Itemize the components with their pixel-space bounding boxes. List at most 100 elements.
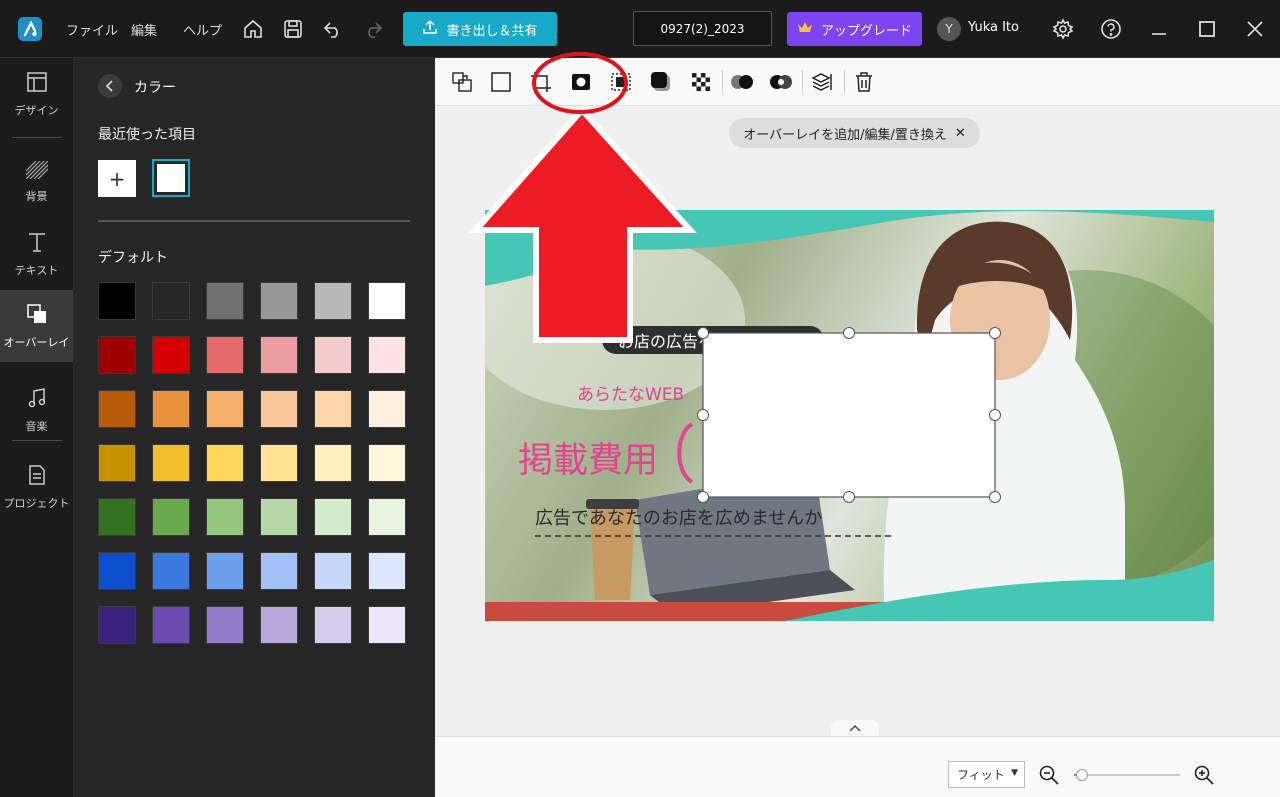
back-button[interactable] xyxy=(98,74,122,98)
color-swatch[interactable] xyxy=(98,552,136,590)
design-canvas[interactable]: お店の広告を募集 あらたなWEB 掲載費用 広告であなたのお店を広めませんか xyxy=(485,210,1214,621)
trash-icon[interactable] xyxy=(852,70,876,94)
crop-icon[interactable] xyxy=(529,70,553,94)
maximize-icon[interactable] xyxy=(1195,0,1219,58)
color-swatch[interactable] xyxy=(152,336,190,374)
color-swatch[interactable] xyxy=(368,498,406,536)
color-swatch[interactable] xyxy=(260,552,298,590)
zoom-fit-select[interactable]: フィット ▼ xyxy=(948,761,1025,788)
menu-file[interactable]: ファイル xyxy=(66,0,118,58)
color-swatch[interactable] xyxy=(314,606,352,644)
close-icon[interactable] xyxy=(1243,0,1267,58)
color-swatch[interactable] xyxy=(98,336,136,374)
user-name[interactable]: Yuka Ito xyxy=(968,20,1019,35)
color-swatch[interactable] xyxy=(368,336,406,374)
color-swatch[interactable] xyxy=(206,282,244,320)
nav-overlay[interactable]: オーバーレイ xyxy=(0,290,73,362)
color-swatch[interactable] xyxy=(98,606,136,644)
color-swatch[interactable] xyxy=(314,390,352,428)
color-swatch[interactable] xyxy=(368,552,406,590)
color-swatch[interactable] xyxy=(206,336,244,374)
nav-background[interactable]: 背景 xyxy=(0,146,73,218)
color-swatch[interactable] xyxy=(98,444,136,482)
resize-handle[interactable] xyxy=(989,409,1001,421)
color-swatch[interactable] xyxy=(206,444,244,482)
resize-handle[interactable] xyxy=(697,409,709,421)
resize-handle[interactable] xyxy=(697,491,709,503)
shadow-icon[interactable] xyxy=(649,70,673,94)
selected-overlay[interactable] xyxy=(702,332,996,498)
help-icon[interactable] xyxy=(1099,0,1123,58)
nav-music[interactable]: 音楽 xyxy=(0,374,73,446)
color-swatch[interactable] xyxy=(152,444,190,482)
color-swatch[interactable] xyxy=(98,390,136,428)
zoom-out-icon[interactable] xyxy=(1038,764,1060,786)
color-swatch[interactable] xyxy=(314,498,352,536)
resize-handle[interactable] xyxy=(989,327,1001,339)
transparency-icon[interactable] xyxy=(689,70,713,94)
color-swatch[interactable] xyxy=(260,282,298,320)
nav-text[interactable]: テキスト xyxy=(0,218,73,290)
color-swatch[interactable] xyxy=(368,444,406,482)
color-swatch[interactable] xyxy=(260,606,298,644)
save-icon[interactable] xyxy=(281,0,305,58)
color-swatch[interactable] xyxy=(206,552,244,590)
toolbar-divider xyxy=(722,70,723,94)
zoom-in-icon[interactable] xyxy=(1193,764,1215,786)
export-share-button[interactable]: 書き出し＆共有 xyxy=(403,12,557,46)
color-swatch[interactable] xyxy=(368,390,406,428)
color-swatch[interactable] xyxy=(314,444,352,482)
color-swatch[interactable] xyxy=(314,336,352,374)
mask-icon[interactable] xyxy=(569,70,593,94)
color-swatch[interactable] xyxy=(260,498,298,536)
home-icon[interactable] xyxy=(241,0,265,58)
upgrade-button[interactable]: アップグレード xyxy=(787,12,922,46)
avatar[interactable]: Y xyxy=(937,17,961,41)
color-swatch[interactable] xyxy=(368,282,406,320)
project-name-field[interactable]: 0927(2)_2023 xyxy=(633,11,772,46)
color-swatch[interactable] xyxy=(152,390,190,428)
color-swatch[interactable] xyxy=(152,552,190,590)
resize-handle[interactable] xyxy=(989,491,1001,503)
expand-timeline-tab[interactable] xyxy=(831,720,879,736)
replace-overlay-icon[interactable] xyxy=(450,70,474,94)
nav-design[interactable]: デザイン xyxy=(0,58,73,130)
resize-handle[interactable] xyxy=(697,327,709,339)
chevron-up-icon xyxy=(849,725,861,732)
color-swatch[interactable] xyxy=(314,552,352,590)
add-color-button[interactable]: + xyxy=(98,160,136,197)
color-swatch[interactable] xyxy=(152,498,190,536)
recent-color-swatch[interactable] xyxy=(152,159,190,197)
undo-icon[interactable] xyxy=(321,0,345,58)
color-swatch[interactable] xyxy=(260,444,298,482)
color-swatch[interactable] xyxy=(152,606,190,644)
color-swatch[interactable] xyxy=(260,390,298,428)
color-swatch[interactable] xyxy=(206,606,244,644)
color-swatch[interactable] xyxy=(206,498,244,536)
redo-icon[interactable] xyxy=(361,0,385,58)
border-icon[interactable] xyxy=(489,70,513,94)
color-swatch[interactable] xyxy=(314,282,352,320)
blend-mode-icon[interactable] xyxy=(730,70,754,94)
feather-icon[interactable] xyxy=(609,70,633,94)
menu-edit[interactable]: 編集 xyxy=(131,0,157,58)
layers-icon[interactable] xyxy=(810,70,834,94)
blend-alt-icon[interactable] xyxy=(769,70,793,94)
zoom-slider[interactable] xyxy=(1074,774,1180,776)
overlay-pill[interactable]: オーバーレイを追加/編集/置き換え ✕ xyxy=(729,118,980,148)
menu-help[interactable]: ヘルプ xyxy=(183,0,222,58)
nav-project[interactable]: プロジェクト xyxy=(0,451,73,523)
gear-icon[interactable] xyxy=(1051,0,1075,58)
nav-divider xyxy=(12,440,62,441)
resize-handle[interactable] xyxy=(843,491,855,503)
color-swatch[interactable] xyxy=(152,282,190,320)
nav-divider xyxy=(12,137,62,138)
minimize-icon[interactable] xyxy=(1147,0,1171,58)
color-swatch[interactable] xyxy=(98,498,136,536)
color-swatch[interactable] xyxy=(368,606,406,644)
close-icon[interactable]: ✕ xyxy=(955,126,966,141)
resize-handle[interactable] xyxy=(843,327,855,339)
color-swatch[interactable] xyxy=(98,282,136,320)
color-swatch[interactable] xyxy=(260,336,298,374)
color-swatch[interactable] xyxy=(206,390,244,428)
